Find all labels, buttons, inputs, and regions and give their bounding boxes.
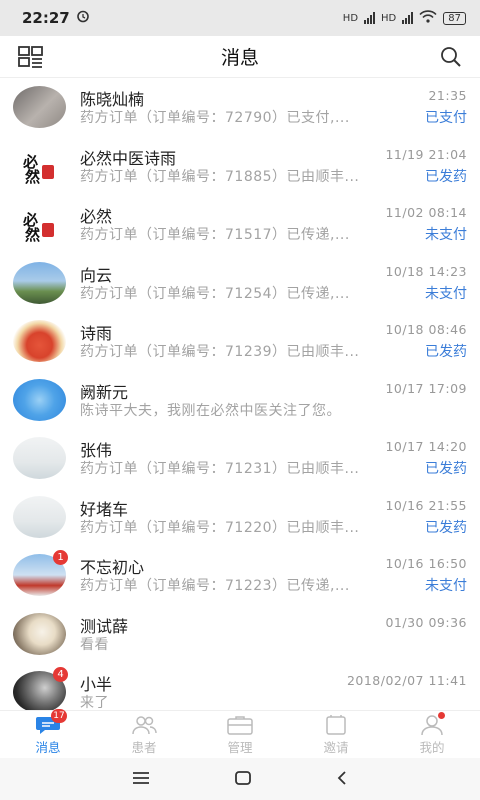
- signal-icon: [364, 12, 376, 24]
- tab-invite[interactable]: 邀请: [288, 711, 384, 759]
- status-time: 22:27: [22, 9, 70, 27]
- network-label-1: HD: [342, 12, 359, 24]
- tab-unread-badge: 17: [51, 708, 67, 723]
- alarm-icon: [76, 9, 90, 27]
- svg-text:然: 然: [25, 168, 40, 186]
- search-icon[interactable]: [440, 46, 462, 72]
- order-status: 未支付: [425, 227, 467, 243]
- message-time: 10/18 14:23: [385, 263, 467, 279]
- message-time: 01/30 09:36: [385, 614, 467, 630]
- avatar: 必然: [13, 203, 66, 245]
- message-preview: 药方订单（订单编号：71517）已传递,...: [80, 227, 350, 243]
- avatar: [13, 495, 66, 538]
- message-row[interactable]: 好堵车 10/16 21:55 药方订单（订单编号：71220）已由顺丰... …: [0, 488, 480, 547]
- avatar: [13, 378, 66, 421]
- battery-icon: 87: [443, 11, 466, 25]
- message-row[interactable]: 测试薛 01/30 09:36 看看: [0, 605, 480, 664]
- tab-profile[interactable]: 我的: [384, 711, 480, 759]
- invite-icon: [323, 714, 349, 735]
- message-row[interactable]: 1 不忘初心 10/16 16:50 药方订单（订单编号：71223）已传递,.…: [0, 546, 480, 605]
- message-row[interactable]: 4 小半 2018/02/07 11:41 来了: [0, 663, 480, 710]
- message-time: 2018/02/07 11:41: [346, 673, 467, 688]
- avatar: [13, 320, 66, 362]
- system-nav-bar: [0, 758, 480, 800]
- app-header: 消息: [0, 36, 480, 78]
- message-preview: 陈诗平大夫，我刚在必然中医关注了您。: [80, 402, 341, 419]
- qr-scan-icon[interactable]: [18, 46, 44, 72]
- avatar: [13, 437, 66, 479]
- avatar: 1: [13, 550, 68, 596]
- tab-label: 管理: [227, 739, 253, 755]
- message-list: 陈晓灿楠 21:35 药方订单（订单编号：72790）已支付,... 已支付 必…: [0, 78, 480, 710]
- signal-icon-2: [402, 12, 414, 24]
- patients-icon: [131, 715, 157, 735]
- message-row[interactable]: 陈晓灿楠 21:35 药方订单（订单编号：72790）已支付,... 已支付: [0, 78, 480, 137]
- order-status: 已发药: [425, 461, 467, 477]
- page-title: 消息: [220, 47, 259, 69]
- avatar: 4: [13, 667, 68, 710]
- unread-badge: 1: [53, 550, 68, 565]
- message-time: 21:35: [428, 88, 467, 103]
- home-square-icon[interactable]: [235, 770, 251, 789]
- tab-label: 我的: [419, 739, 445, 755]
- status-left: 22:27: [22, 9, 90, 27]
- briefcase-icon: [227, 715, 253, 735]
- message-row[interactable]: 阙新元 10/17 17:09 陈诗平大夫，我刚在必然中医关注了您。: [0, 371, 480, 430]
- message-preview: 药方订单（订单编号：71885）已由顺丰...: [80, 168, 360, 185]
- message-time: 10/18 08:46: [385, 322, 467, 337]
- tab-patients[interactable]: 患者: [96, 711, 192, 759]
- message-time: 10/17 17:09: [385, 380, 467, 396]
- order-status: 未支付: [425, 285, 467, 302]
- status-bar: 22:27 HD HD 87: [0, 0, 480, 36]
- profile-icon: [419, 711, 445, 735]
- message-preview: 药方订单（订单编号：71220）已由顺丰...: [80, 519, 360, 536]
- message-preview: 药方订单（订单编号：72790）已支付,...: [80, 110, 350, 126]
- order-status: 已发药: [425, 519, 467, 536]
- message-preview: 药方订单（订单编号：71231）已由顺丰...: [80, 461, 360, 477]
- order-status: 已支付: [425, 110, 467, 126]
- bottom-tab-bar: 17 消息 患者 管理 邀请 我的: [0, 708, 480, 759]
- message-preview: 看看: [80, 636, 109, 653]
- chat-icon: 17: [35, 708, 67, 735]
- avatar: [13, 261, 66, 304]
- message-time: 10/17 14:20: [385, 439, 467, 454]
- message-row[interactable]: 张伟 10/17 14:20 药方订单（订单编号：71231）已由顺丰... 已…: [0, 429, 480, 488]
- message-preview: 来了: [80, 695, 109, 710]
- unread-badge: 4: [53, 667, 68, 682]
- message-preview: 药方订单（订单编号：71254）已传递,...: [80, 285, 350, 302]
- tab-manage[interactable]: 管理: [192, 711, 288, 759]
- avatar: [13, 612, 66, 655]
- message-preview: 药方订单（订单编号：71223）已传递,...: [80, 578, 350, 594]
- message-time: 11/02 08:14: [385, 205, 467, 220]
- tab-label: 消息: [35, 739, 61, 755]
- tab-label: 患者: [131, 739, 157, 755]
- message-time: 10/16 16:50: [385, 556, 467, 571]
- network-label-2: HD: [381, 12, 397, 24]
- avatar: 必然: [13, 144, 66, 187]
- message-time: 10/16 21:55: [385, 497, 467, 513]
- message-row[interactable]: 诗雨 10/18 08:46 药方订单（订单编号：71239）已由顺丰... 已…: [0, 312, 480, 371]
- avatar: [13, 86, 66, 128]
- tab-label: 邀请: [323, 739, 349, 755]
- back-chevron-icon[interactable]: [336, 770, 348, 789]
- message-time: 11/19 21:04: [385, 146, 467, 162]
- notification-dot: [438, 711, 445, 719]
- order-status: 已发药: [425, 168, 467, 185]
- message-row[interactable]: 向云 10/18 14:23 药方订单（订单编号：71254）已传递,... 未…: [0, 254, 480, 313]
- tab-messages[interactable]: 17 消息: [0, 708, 96, 759]
- wifi-icon: [419, 10, 437, 26]
- status-right: HD HD 87: [343, 10, 466, 26]
- order-status: 已发药: [425, 344, 467, 360]
- message-row[interactable]: 必然 必然 11/02 08:14 药方订单（订单编号：71517）已传递,..…: [0, 195, 480, 254]
- order-status: 未支付: [425, 578, 467, 594]
- message-row[interactable]: 必然 必然中医诗雨 11/19 21:04 药方订单（订单编号：71885）已由…: [0, 137, 480, 196]
- svg-text:然: 然: [25, 226, 40, 244]
- menu-icon[interactable]: [132, 770, 150, 789]
- message-preview: 药方订单（订单编号：71239）已由顺丰...: [80, 344, 360, 360]
